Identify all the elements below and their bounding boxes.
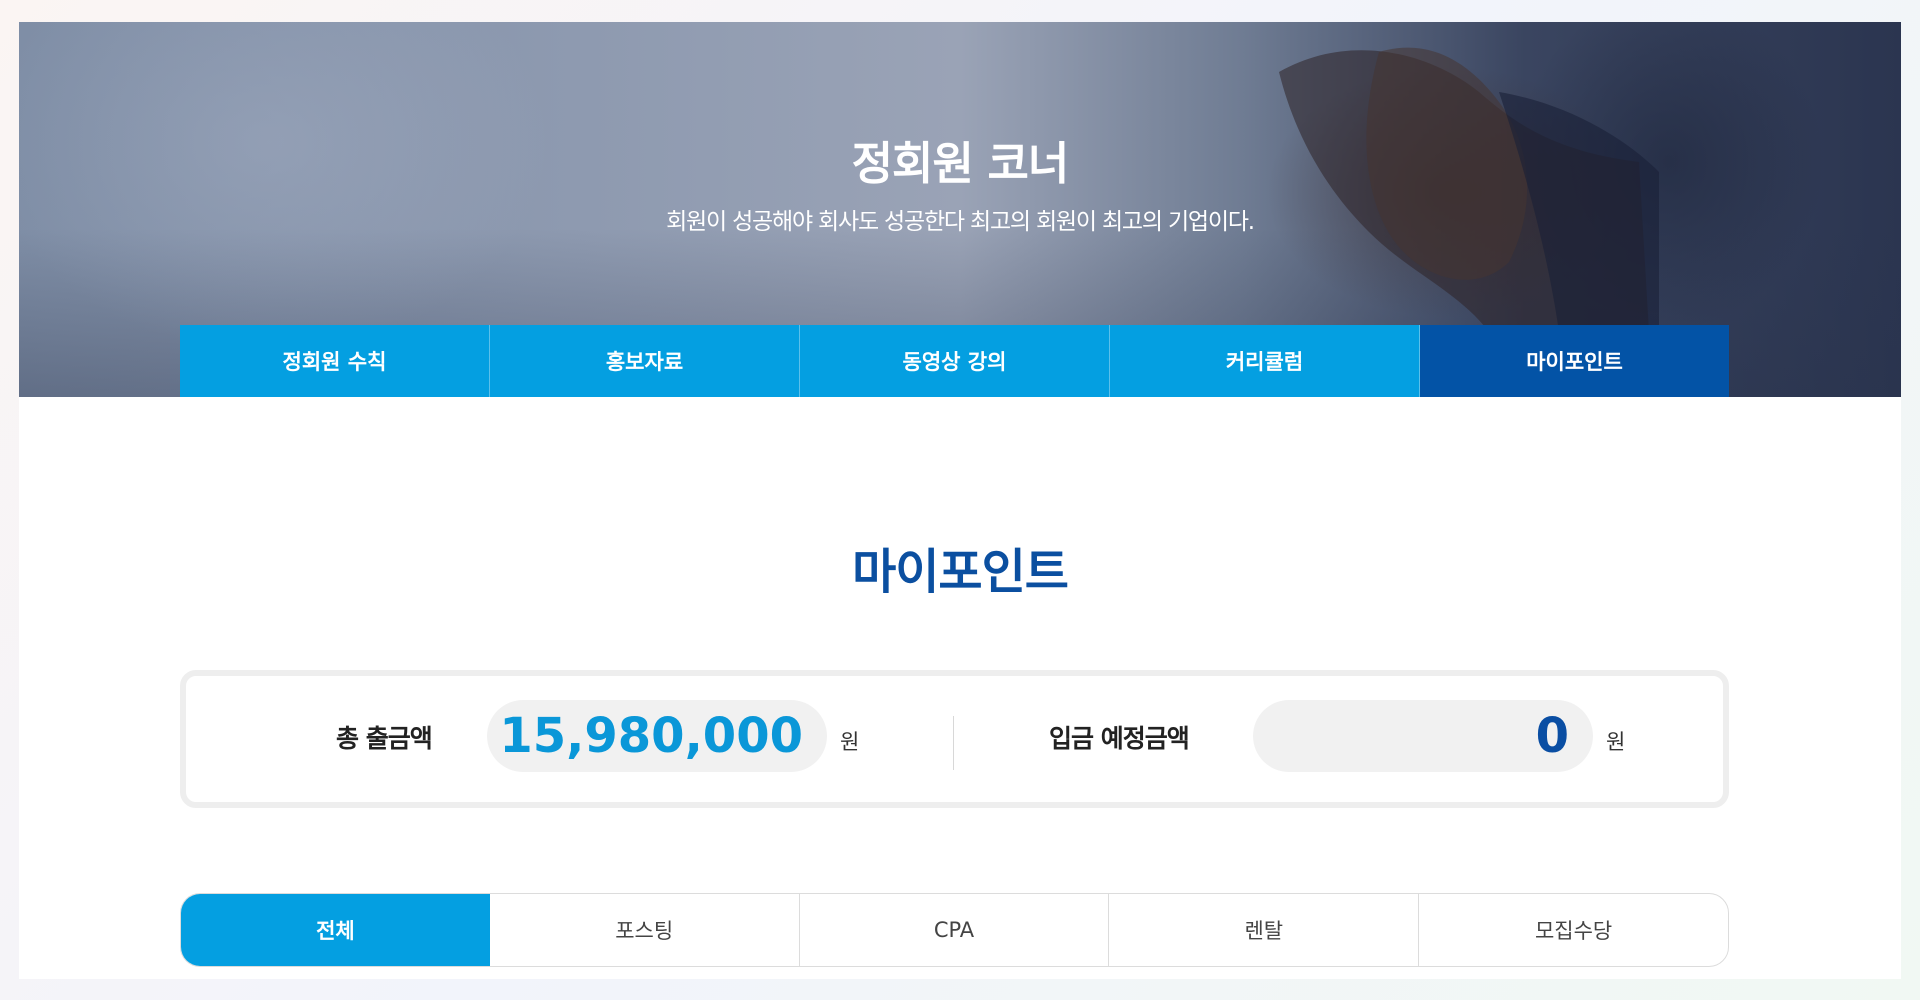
hero-subtitle: 회원이 성공해야 회사도 성공한다 최고의 회원이 최고의 기업이다. (666, 209, 1255, 235)
points-summary: 총 출금액 15,980,000 원 입금 예정금액 0 원 (180, 670, 1729, 808)
hero-title: 정회원 코너 (851, 137, 1070, 190)
summary-divider (953, 716, 954, 770)
pending-deposit-unit: 원 (1606, 730, 1626, 754)
page-title: 마이포인트 (852, 544, 1069, 600)
filter-tab-posting[interactable]: 포스팅 (490, 894, 800, 966)
nav-tab-video-lectures[interactable]: 동영상 강의 (800, 325, 1110, 397)
filter-tab-rental[interactable]: 렌탈 (1109, 894, 1420, 966)
total-withdrawal-unit: 원 (840, 730, 860, 754)
section-nav: 정회원 수칙 홍보자료 동영상 강의 커리큘럼 마이포인트 (180, 325, 1729, 397)
filter-tab-all[interactable]: 전체 (181, 894, 490, 966)
hero-banner: 정회원 코너 회원이 성공해야 회사도 성공한다 최고의 회원이 최고의 기업이… (19, 22, 1901, 397)
pending-deposit-label: 입금 예정금액 (1049, 724, 1190, 753)
nav-tab-promo-materials[interactable]: 홍보자료 (490, 325, 800, 397)
pending-deposit-value: 0 (1253, 700, 1593, 772)
nav-tab-curriculum[interactable]: 커리큘럼 (1110, 325, 1420, 397)
point-filter-tabs: 전체 포스팅 CPA 렌탈 모집수당 (180, 893, 1729, 967)
page: 정회원 코너 회원이 성공해야 회사도 성공한다 최고의 회원이 최고의 기업이… (19, 22, 1901, 979)
nav-tab-my-point[interactable]: 마이포인트 (1420, 325, 1729, 397)
filter-tab-cpa[interactable]: CPA (800, 894, 1110, 966)
nav-tab-member-rules[interactable]: 정회원 수칙 (180, 325, 490, 397)
total-withdrawal-value: 15,980,000 (487, 700, 827, 772)
filter-tab-recruit-bonus[interactable]: 모집수당 (1419, 894, 1728, 966)
total-withdrawal-label: 총 출금액 (336, 724, 433, 753)
